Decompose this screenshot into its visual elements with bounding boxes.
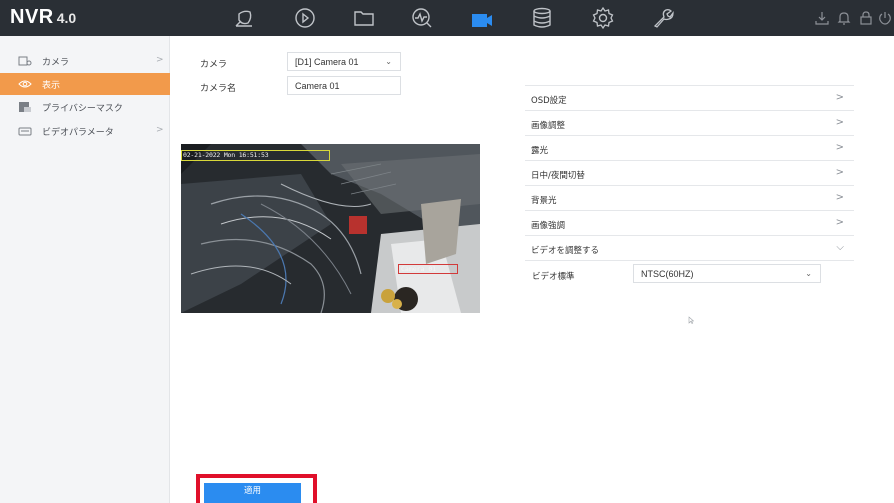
sidebar-item-label: ビデオパラメータ — [42, 128, 114, 138]
video-standard-value: NTSC(60HZ) — [641, 269, 694, 279]
settings-row-label: ビデオを調整する — [531, 246, 600, 256]
settings-row-label: 露光 — [531, 146, 549, 156]
video-standard-label: ビデオ標準 — [532, 272, 575, 282]
camera-name-input[interactable]: Camera 01 — [287, 76, 401, 95]
chevron-down-icon: ⌄ — [805, 269, 812, 278]
osd-camera-name-text: Camera 01 — [401, 265, 437, 273]
bell-icon[interactable] — [836, 10, 852, 26]
camera-select-value: [D1] Camera 01 — [295, 57, 359, 67]
power-icon[interactable] — [877, 10, 893, 26]
camera-select[interactable]: [D1] Camera 01 ⌄ — [287, 52, 401, 71]
chevron-right-icon: > — [835, 167, 844, 178]
apply-button[interactable]: 適用 — [204, 483, 301, 503]
mouse-cursor-icon — [688, 316, 694, 324]
settings-row-label: 画像調整 — [531, 121, 566, 131]
sidebar-item-video-parameter[interactable]: ビデオパラメータ > — [0, 120, 170, 142]
settings-row-image-adjust[interactable]: 画像調整 > — [525, 111, 854, 136]
settings-row-day-night[interactable]: 日中/夜間切替 > — [525, 161, 854, 186]
storage-icon[interactable] — [530, 6, 554, 30]
lock-icon[interactable] — [858, 10, 874, 26]
wrench-icon[interactable] — [651, 6, 675, 30]
download-icon[interactable] — [814, 10, 830, 26]
sidebar-item-label: プライバシーマスク — [42, 104, 123, 114]
camera-label: カメラ — [200, 60, 228, 70]
settings-row-label: OSD設定 — [531, 96, 567, 106]
chevron-right-icon: > — [835, 92, 844, 103]
nvr-app: NVR 4.0 カメラ > 表示 プライバシーマスク ビデオパラメータ > カメ… — [0, 0, 894, 503]
camera-icon[interactable] — [470, 9, 494, 33]
chevron-right-icon: > — [835, 217, 844, 228]
settings-row-osd[interactable]: OSD設定 > — [525, 86, 854, 111]
chevron-right-icon: > — [835, 117, 844, 128]
settings-row-label: 背景光 — [531, 196, 557, 206]
analysis-icon[interactable] — [410, 6, 434, 30]
sidebar-item-label: カメラ — [42, 58, 70, 68]
chevron-down-icon: ⌵ — [836, 242, 844, 253]
osd-datetime-text: 02-21-2022 Mon 16:51:53 — [183, 151, 269, 159]
settings-row-label: 日中/夜間切替 — [531, 171, 585, 181]
chevron-right-icon: > — [835, 142, 844, 153]
sidebar-item-camera[interactable]: カメラ > — [0, 50, 170, 72]
camera-preview-image — [181, 144, 480, 313]
chevron-right-icon: > — [835, 192, 844, 203]
sidebar: カメラ > 表示 プライバシーマスク ビデオパラメータ > — [0, 36, 170, 503]
video-standard-select[interactable]: NTSC(60HZ) ⌄ — [633, 264, 821, 283]
chevron-right-icon: > — [156, 55, 164, 65]
video-parameter-icon — [18, 125, 32, 137]
folder-icon[interactable] — [352, 6, 376, 30]
settings-row-backlight[interactable]: 背景光 > — [525, 186, 854, 211]
privacy-mask-icon — [18, 101, 32, 113]
camera-icon — [18, 55, 32, 67]
sidebar-item-label: 表示 — [42, 81, 61, 91]
live-view-icon[interactable] — [232, 6, 256, 30]
camera-name-label: カメラ名 — [200, 84, 237, 94]
sidebar-item-display[interactable]: 表示 — [0, 73, 170, 95]
settings-row-video-adjust[interactable]: ビデオを調整する ⌵ — [525, 236, 854, 261]
settings-row-label: 画像強調 — [531, 221, 566, 231]
sidebar-item-privacy-mask[interactable]: プライバシーマスク — [0, 96, 170, 118]
top-navigation-bar: NVR 4.0 — [0, 0, 894, 36]
chevron-down-icon: ⌄ — [385, 57, 392, 66]
nvr-logo: NVR 4.0 — [10, 6, 77, 28]
camera-preview[interactable] — [181, 144, 480, 313]
playback-icon[interactable] — [293, 6, 317, 30]
settings-row-exposure[interactable]: 露光 > — [525, 136, 854, 161]
settings-row-image-enhance[interactable]: 画像強調 > — [525, 211, 854, 236]
camera-name-value: Camera 01 — [295, 81, 340, 91]
chevron-right-icon: > — [156, 125, 164, 135]
gear-icon[interactable] — [591, 6, 615, 30]
eye-icon — [18, 78, 32, 90]
